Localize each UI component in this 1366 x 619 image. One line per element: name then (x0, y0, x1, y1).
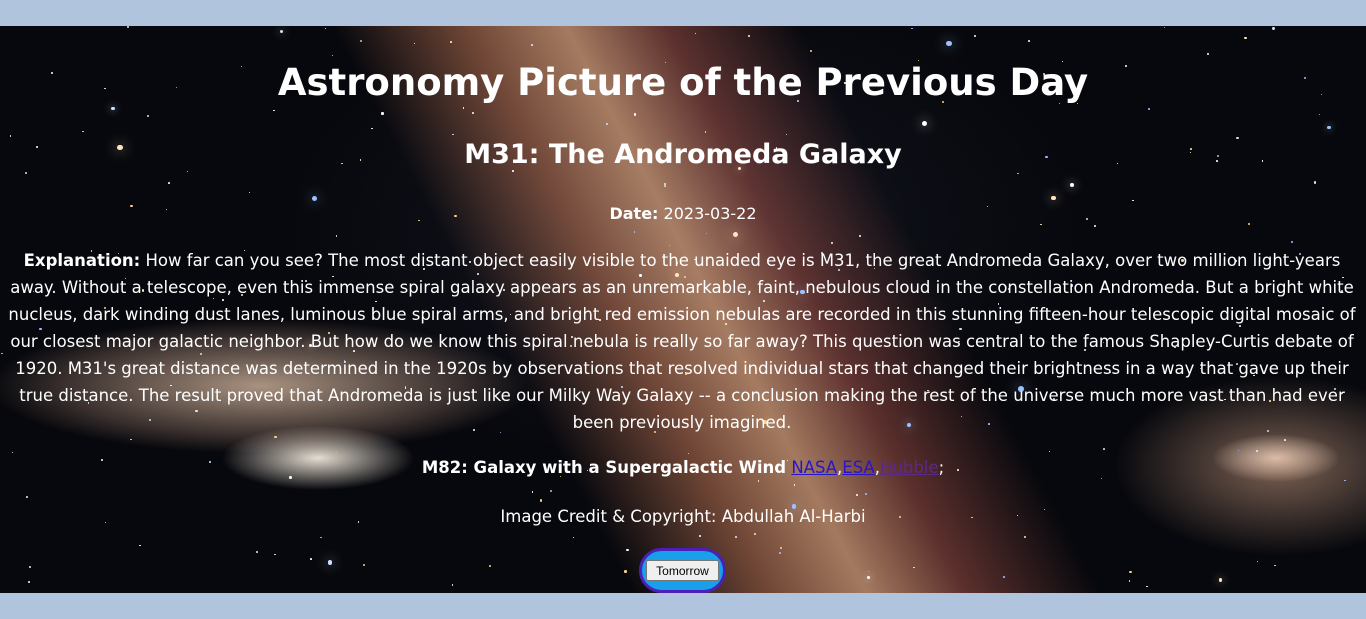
explanation-label: Explanation: (23, 251, 141, 270)
tomorrow-button[interactable]: Tomorrow (646, 560, 719, 581)
explanation-text: How far can you see? The most distant ob… (8, 251, 1356, 432)
date-label: Date: (609, 204, 659, 223)
link-nasa[interactable]: NASA (791, 458, 837, 477)
link-hubble[interactable]: Hubble (880, 458, 939, 477)
picture-title: M31: The Andromeda Galaxy (464, 139, 902, 170)
image-credit: Image Credit & Copyright: Abdullah Al-Ha… (500, 507, 866, 526)
explanation: Explanation: How far can you see? The mo… (4, 247, 1360, 436)
related-label: M82: Galaxy with a Supergalactic Wind (421, 458, 787, 477)
page-heading: Astronomy Picture of the Previous Day (277, 61, 1089, 104)
background-image: Astronomy Picture of the Previous Day M3… (0, 26, 1366, 593)
date-value: 2023-03-22 (658, 204, 757, 223)
related-links: M82: Galaxy with a Supergalactic Wind NA… (0, 457, 1366, 479)
apod-content: Astronomy Picture of the Previous Day M3… (0, 26, 1366, 593)
link-esa[interactable]: ESA (842, 458, 875, 477)
date-line: Date: 2023-03-22 (0, 203, 1366, 225)
link-terminator: ; (938, 458, 945, 477)
